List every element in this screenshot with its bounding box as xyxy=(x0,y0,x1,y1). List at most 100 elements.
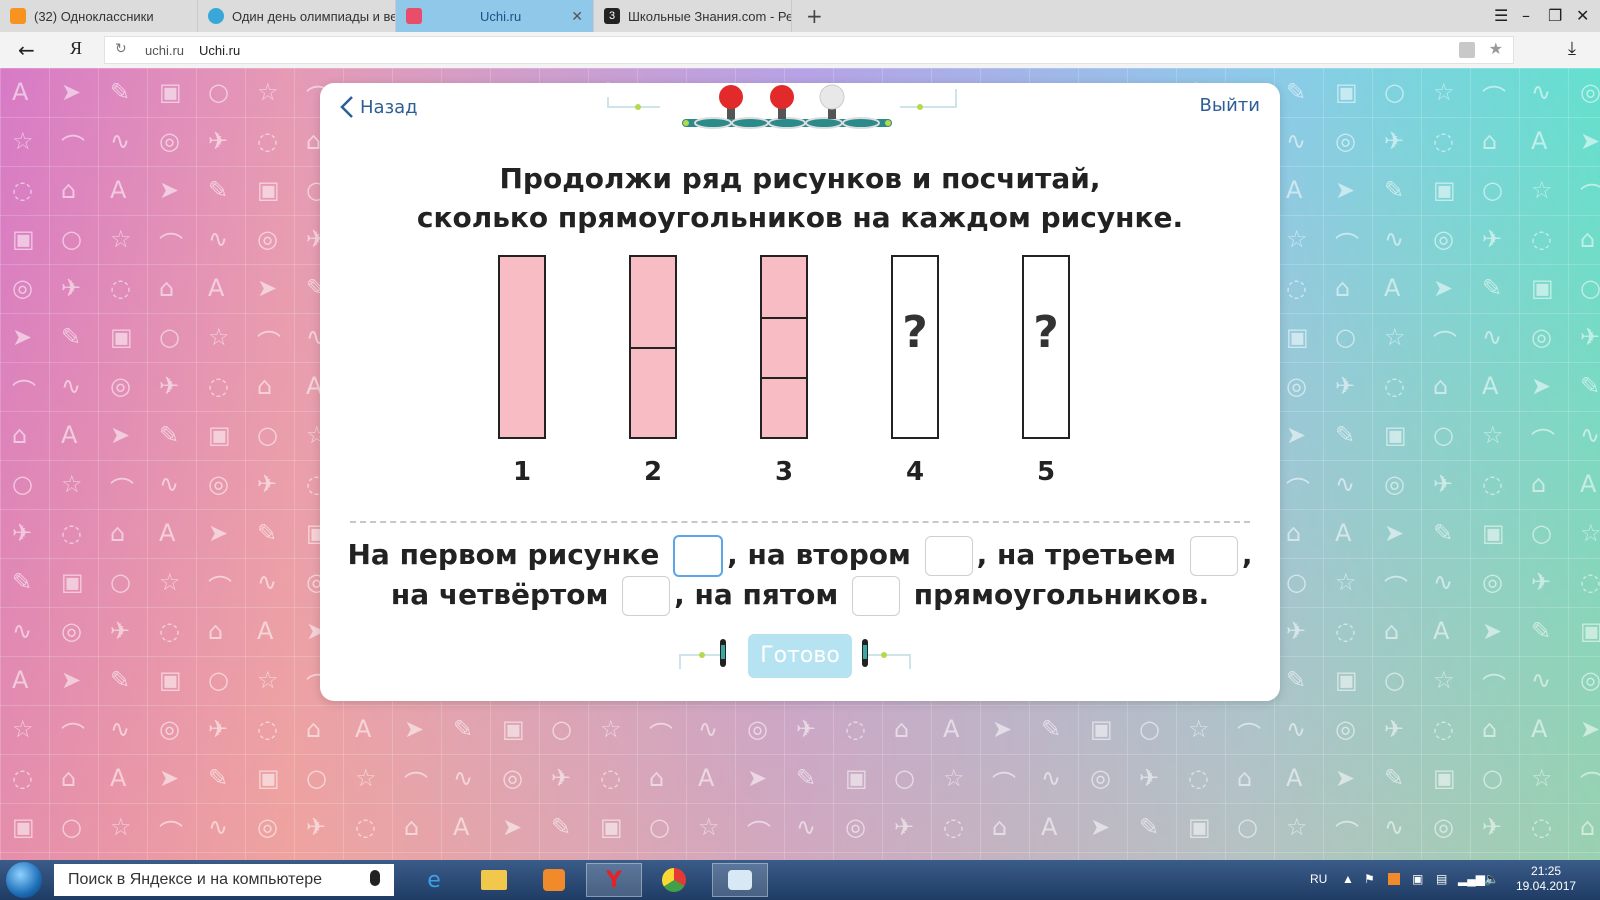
pattern-glyph: ✈ xyxy=(159,372,180,400)
menu-icon[interactable]: ☰ xyxy=(1494,6,1508,25)
answer-text-third: , на третьем xyxy=(976,538,1177,571)
pattern-glyph: ◎ xyxy=(159,715,180,743)
tray-device-icon[interactable]: ▣ xyxy=(1412,872,1423,886)
pattern-glyph: ➤ xyxy=(110,421,131,449)
pattern-glyph: ⌒ xyxy=(992,770,1016,798)
yandex-logo[interactable]: Я xyxy=(70,38,82,59)
pattern-glyph: ➤ xyxy=(208,519,229,547)
answer-input-4[interactable] xyxy=(622,576,671,616)
internet-explorer-icon[interactable]: e xyxy=(406,863,462,897)
pattern-glyph: ☆ xyxy=(1482,421,1504,449)
pattern-glyph: ⌂ xyxy=(894,715,910,743)
answer-input-5[interactable] xyxy=(851,576,900,616)
taskbar-search[interactable]: Поиск в Яндексе и на компьютере xyxy=(54,864,394,896)
pattern-glyph: ✈ xyxy=(551,764,572,792)
tab-znania[interactable]: 3 Школьные Знания.com - Ре xyxy=(594,0,792,32)
close-window-button[interactable]: ✕ xyxy=(1576,6,1589,25)
pattern-glyph: ▣ xyxy=(1090,715,1113,743)
pattern-glyph: A xyxy=(61,421,78,449)
explorer-folder-icon[interactable] xyxy=(466,863,522,897)
pattern-glyph: ☆ xyxy=(110,813,132,841)
volume-icon[interactable]: 🔈 xyxy=(1484,872,1499,886)
download-icon[interactable]: ⤓ xyxy=(1568,38,1576,59)
back-button[interactable]: Назад xyxy=(340,95,418,119)
pattern-glyph: ○ xyxy=(1237,813,1258,841)
pattern-glyph: ◌ xyxy=(1433,127,1454,155)
answer-input-1[interactable] xyxy=(673,535,724,577)
yandex-browser-icon[interactable]: Y xyxy=(586,863,642,897)
lock-icon[interactable] xyxy=(1459,42,1475,58)
pattern-glyph: ◎ xyxy=(1384,470,1405,498)
pattern-glyph: ⌒ xyxy=(159,231,183,259)
restore-button[interactable]: ❐ xyxy=(1548,6,1562,25)
pattern-glyph: ⌒ xyxy=(1580,182,1600,210)
url-field[interactable]: ↻ uchi.ru Uchi.ru ★ xyxy=(104,36,1514,64)
new-tab-button[interactable]: + xyxy=(806,4,823,28)
pattern-glyph: ○ xyxy=(1384,666,1405,694)
task-card: Назад Выйти Продолжи ряд рисунков и посч… xyxy=(320,83,1280,701)
pattern-glyph: ◌ xyxy=(1188,764,1209,792)
pattern-glyph: ○ xyxy=(1433,421,1454,449)
pattern-glyph: ⌒ xyxy=(1286,476,1310,504)
tab-odnoklassniki[interactable]: (32) Одноклассники xyxy=(0,0,198,32)
back-arrow-icon[interactable]: ← xyxy=(18,38,35,62)
pattern-glyph: ⌒ xyxy=(1482,84,1506,112)
pattern-glyph: ✎ xyxy=(159,421,180,449)
clock[interactable]: 21:25 19.04.2017 xyxy=(1516,864,1576,894)
pattern-glyph: ∿ xyxy=(1531,78,1552,106)
tab-title: Школьные Знания.com - Ре xyxy=(628,8,792,24)
pattern-glyph: ○ xyxy=(1482,176,1503,204)
start-button[interactable] xyxy=(6,862,42,898)
pattern-glyph: ∿ xyxy=(1286,127,1307,155)
pattern-glyph: ◎ xyxy=(1482,568,1503,596)
tray-monitor-icon[interactable]: ▤ xyxy=(1436,872,1447,886)
figure-1 xyxy=(498,255,546,439)
pattern-glyph: ☆ xyxy=(600,715,622,743)
odnoklassniki-tray-icon[interactable] xyxy=(1388,873,1400,885)
pattern-glyph: ✎ xyxy=(1384,176,1405,204)
answer-text-end: прямоугольников. xyxy=(913,578,1210,611)
clock-date: 19.04.2017 xyxy=(1516,879,1577,893)
pattern-glyph: ▣ xyxy=(159,666,182,694)
pattern-glyph: ▣ xyxy=(1433,764,1456,792)
network-icon[interactable]: ▂▄▆ xyxy=(1458,872,1485,886)
flag-icon[interactable]: ⚑ xyxy=(1364,872,1375,886)
pattern-glyph: A xyxy=(110,764,127,792)
bookmark-star-icon[interactable]: ★ xyxy=(1489,39,1503,58)
pattern-glyph: ⌂ xyxy=(1482,127,1498,155)
tab-olympiad[interactable]: Один день олимпиады и ве xyxy=(198,0,396,32)
answer-text-fourth: на четвёртом xyxy=(390,578,609,611)
pattern-glyph: ✎ xyxy=(1286,78,1307,106)
tab-title: Uchi.ru xyxy=(480,8,522,24)
pattern-glyph: ○ xyxy=(551,715,572,743)
exit-button[interactable]: Выйти xyxy=(1200,95,1260,116)
answer-input-2[interactable] xyxy=(924,536,973,576)
pattern-glyph: ◎ xyxy=(1335,715,1356,743)
pattern-glyph: ✈ xyxy=(1384,127,1405,155)
pattern-glyph: ➤ xyxy=(61,666,82,694)
close-tab-icon[interactable]: ✕ xyxy=(571,8,583,25)
pattern-glyph: ▣ xyxy=(12,813,35,841)
chrome-icon[interactable] xyxy=(646,863,702,897)
pattern-glyph: ◎ xyxy=(1580,666,1600,694)
tray-arrow-icon[interactable]: ▲ xyxy=(1342,872,1354,886)
reload-icon[interactable]: ↻ xyxy=(115,41,127,57)
pattern-glyph: ✈ xyxy=(796,715,817,743)
pattern-glyph: ➤ xyxy=(1384,519,1405,547)
minimize-button[interactable]: – xyxy=(1522,6,1530,25)
pattern-glyph: ∿ xyxy=(1286,715,1307,743)
language-indicator[interactable]: RU xyxy=(1310,872,1327,886)
pattern-glyph: ◎ xyxy=(257,225,278,253)
paint-icon[interactable] xyxy=(712,863,768,897)
answer-input-3[interactable] xyxy=(1189,536,1238,576)
pattern-glyph: A xyxy=(257,617,274,645)
microphone-icon[interactable] xyxy=(370,870,380,886)
ready-button[interactable]: Готово xyxy=(748,634,852,678)
pattern-glyph: ⌒ xyxy=(747,819,771,847)
media-player-icon[interactable] xyxy=(526,863,582,897)
figure-number: 3 xyxy=(774,457,794,487)
title-line-2: сколько прямоугольников на каждом рисунк… xyxy=(416,201,1184,234)
pattern-glyph: ⌂ xyxy=(1580,813,1596,841)
pattern-glyph: ◎ xyxy=(1335,127,1356,155)
tab-uchi[interactable]: Uchi.ru ✕ xyxy=(396,0,594,32)
